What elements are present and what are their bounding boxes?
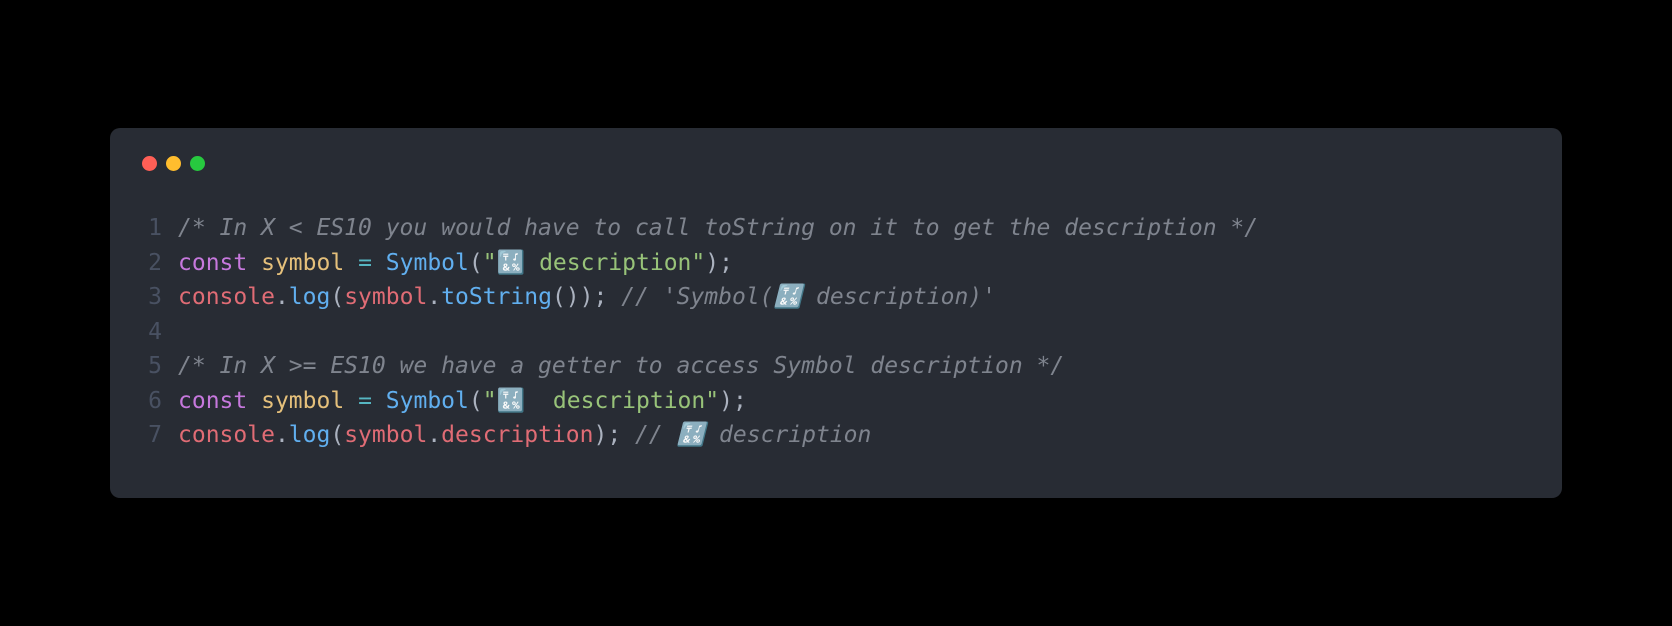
code-token: console: [178, 422, 275, 448]
code-line: 6const symbol = Symbol("🔣 description");: [140, 384, 1532, 419]
line-number: 7: [140, 418, 178, 453]
code-token: "🔣 description": [483, 388, 719, 414]
code-token: symbol: [261, 388, 344, 414]
line-number: 5: [140, 349, 178, 384]
code-token: Symbol: [386, 250, 469, 276]
code-token: [372, 250, 386, 276]
traffic-light-zoom-icon[interactable]: [190, 156, 205, 171]
line-content: [178, 315, 1532, 350]
code-token: );: [719, 388, 747, 414]
code-token: );: [705, 250, 733, 276]
code-token: ());: [552, 284, 621, 310]
code-token: .: [427, 422, 441, 448]
line-number: 2: [140, 246, 178, 281]
code-token: .: [275, 422, 289, 448]
code-token: console: [178, 284, 275, 310]
code-token: =: [358, 388, 372, 414]
code-token: [247, 388, 261, 414]
code-token: .: [427, 284, 441, 310]
window-titlebar: [140, 156, 1532, 171]
code-token: =: [358, 250, 372, 276]
code-token: [372, 388, 386, 414]
code-line: 7console.log(symbol.description); // 🔣 d…: [140, 418, 1532, 453]
code-token: .: [275, 284, 289, 310]
code-token: symbol: [261, 250, 344, 276]
code-token: (: [469, 250, 483, 276]
code-token: const: [178, 388, 247, 414]
code-token: description: [441, 422, 593, 448]
code-line: 4: [140, 315, 1532, 350]
code-token: // 🔣 description: [635, 422, 871, 448]
traffic-light-close-icon[interactable]: [142, 156, 157, 171]
line-content: console.log(symbol.toString()); // 'Symb…: [178, 280, 1532, 315]
code-line: 2const symbol = Symbol("🔣 description");: [140, 246, 1532, 281]
code-token: symbol: [344, 422, 427, 448]
code-token: log: [289, 284, 331, 310]
code-token: /* In X >= ES10 we have a getter to acce…: [178, 353, 1064, 379]
code-token: Symbol: [386, 388, 469, 414]
code-line: 5/* In X >= ES10 we have a getter to acc…: [140, 349, 1532, 384]
line-number: 1: [140, 211, 178, 246]
line-number: 3: [140, 280, 178, 315]
code-block[interactable]: 1/* In X < ES10 you would have to call t…: [140, 211, 1532, 453]
code-line: 3console.log(symbol.toString()); // 'Sym…: [140, 280, 1532, 315]
code-line: 1/* In X < ES10 you would have to call t…: [140, 211, 1532, 246]
code-token: (: [330, 422, 344, 448]
code-token: "🔣 description": [483, 250, 706, 276]
code-token: /* In X < ES10 you would have to call to…: [178, 215, 1258, 241]
code-token: // 'Symbol(🔣 description)': [621, 284, 996, 310]
code-token: (: [330, 284, 344, 310]
code-token: log: [289, 422, 331, 448]
code-token: [344, 388, 358, 414]
line-content: const symbol = Symbol("🔣 description");: [178, 246, 1532, 281]
line-content: const symbol = Symbol("🔣 description");: [178, 384, 1532, 419]
code-token: toString: [441, 284, 552, 310]
line-number: 6: [140, 384, 178, 419]
line-content: /* In X >= ES10 we have a getter to acce…: [178, 349, 1532, 384]
code-token: symbol: [344, 284, 427, 310]
code-token: [247, 250, 261, 276]
traffic-light-minimize-icon[interactable]: [166, 156, 181, 171]
line-number: 4: [140, 315, 178, 350]
code-token: const: [178, 250, 247, 276]
line-content: console.log(symbol.description); // 🔣 de…: [178, 418, 1532, 453]
code-token: );: [593, 422, 635, 448]
code-token: [344, 250, 358, 276]
code-token: (: [469, 388, 483, 414]
code-window: 1/* In X < ES10 you would have to call t…: [110, 128, 1562, 498]
line-content: /* In X < ES10 you would have to call to…: [178, 211, 1532, 246]
